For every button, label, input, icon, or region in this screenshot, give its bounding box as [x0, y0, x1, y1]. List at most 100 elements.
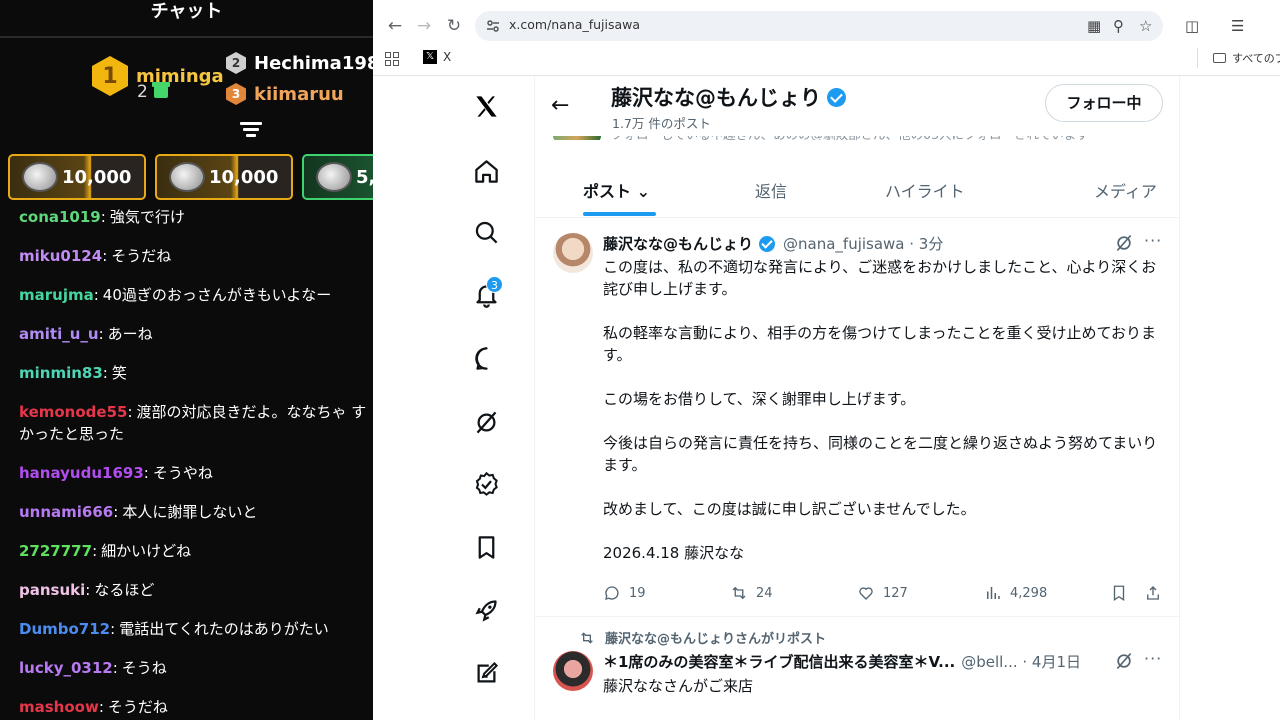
tweet-paragraph: 今後は自らの発言に責任を持ち、同様のことを二度と繰り返さぬよう努めてまいります。 [603, 434, 1158, 474]
reply-button[interactable]: 19 [603, 584, 646, 602]
separator: : [100, 208, 106, 226]
chat-message: marujma: 40過ぎのおっさんがきもいよなー [19, 284, 373, 306]
chat-username[interactable]: amiti_u_u [19, 325, 99, 343]
tweet-text: この度は、私の不適切な発言により、ご迷惑をおかけしましたこと、心より深くお詫び申… [603, 256, 1165, 586]
coin-icon [169, 162, 205, 192]
views-button[interactable]: 4,298 [984, 584, 1047, 602]
ranking-second-name: Hechima1989 [254, 52, 373, 74]
stake-badge[interactable]: 5,0 [302, 154, 373, 200]
tab-media[interactable]: メディア [1094, 178, 1157, 202]
collapse-icon[interactable] [240, 122, 262, 140]
reposted-tweet[interactable]: 藤沢なな@もんじょりさんがリポスト ＊1席のみの美容室＊ライブ配信出来る美容室＊… [535, 618, 1179, 720]
gift-count: 2 [137, 82, 148, 102]
share-button[interactable] [1144, 584, 1170, 602]
chat-username[interactable]: marujma [19, 286, 94, 304]
profile-tabs: ポスト ⌄ 返信 ハイライト メディア [535, 160, 1179, 218]
separator: : [93, 286, 99, 304]
chat-username[interactable]: pansuki [19, 581, 85, 599]
chat-username[interactable]: mashoow [19, 698, 99, 716]
chat-message: minmin83: 笑 [19, 362, 373, 384]
chat-username[interactable]: miku0124 [19, 247, 102, 265]
home-icon[interactable] [469, 154, 503, 188]
ranking-first-count: 2 [137, 82, 170, 102]
bookmarks-icon[interactable] [469, 530, 503, 564]
tweet-author[interactable]: ＊1席のみの美容室＊ライブ配信出来る美容室＊V... @bell... · 4月… [603, 651, 1081, 672]
tab-highlights[interactable]: ハイライト [885, 178, 965, 202]
chat-message: cona1019: 強気で行け [19, 206, 373, 228]
x-logo-icon[interactable] [469, 89, 503, 123]
bookmark-x[interactable]: 𝕏 X [423, 50, 451, 64]
chat-title: チャット [150, 1, 223, 22]
grok-icon[interactable] [1114, 651, 1134, 671]
zoom-icon[interactable]: ⚲ [1113, 17, 1124, 35]
following-button[interactable]: フォロー中 [1045, 84, 1163, 122]
chat-message: pansuki: なるほど [19, 579, 373, 601]
verified-orgs-icon[interactable] [469, 467, 503, 501]
bookmark-folder-label: すべてのブッ [1232, 52, 1280, 65]
extensions-icon[interactable]: ◫ [1185, 17, 1199, 35]
ranking-third[interactable]: 3 kiimaruu [226, 83, 344, 105]
rocket-icon[interactable] [469, 593, 503, 627]
separator: : [92, 542, 98, 560]
stake-badge[interactable]: 10,000 [8, 154, 146, 200]
chat-panel: チャット 1 miminga 2 2 Hechima1989 3 kiimaru… [0, 0, 373, 720]
chat-username[interactable]: lucky_0312 [19, 659, 113, 677]
bookmark-folder[interactable]: すべてのブッ [1213, 50, 1280, 66]
bookmark-button[interactable] [1110, 584, 1136, 602]
tweet-author[interactable]: 藤沢なな@もんじょり @nana_fujisawa · 3分 [603, 233, 943, 254]
more-options-icon[interactable]: ··· [1144, 231, 1162, 250]
chat-message: 2727777: 細かいけどね [19, 540, 373, 562]
separator: : [102, 364, 108, 382]
back-arrow-icon[interactable]: ← [551, 93, 569, 118]
site-settings-icon[interactable] [485, 18, 501, 34]
chat-message: kemonode55: 渡部の対応良きだよ。ななちゃ すかったと思った [19, 401, 373, 445]
tweet-actions: 19 24 127 4,298 [603, 584, 1165, 604]
compose-post-icon[interactable] [469, 656, 503, 690]
forward-arrow-icon[interactable]: → [412, 14, 436, 38]
avatar[interactable] [553, 651, 593, 691]
separator: : [85, 581, 91, 599]
tab-replies[interactable]: 返信 [755, 178, 787, 202]
separator: : [102, 247, 108, 265]
separator: : [98, 698, 104, 716]
tweet-text: 藤沢ななさんがご来店 [603, 677, 754, 695]
chat-text: そうだね [111, 247, 172, 265]
chat-username[interactable]: hanayudu1693 [19, 464, 144, 482]
chat-text: 本人に謝罪しないと [122, 503, 258, 521]
tweet[interactable]: 藤沢なな@もんじょり @nana_fujisawa · 3分 ··· この度は、… [535, 219, 1179, 617]
chat-username[interactable]: cona1019 [19, 208, 101, 226]
separator: : [98, 325, 104, 343]
like-button[interactable]: 127 [857, 584, 908, 602]
reload-icon[interactable]: ↻ [442, 14, 466, 38]
chat-username[interactable]: kemonode55 [19, 403, 127, 421]
chat-username[interactable]: unnami666 [19, 503, 113, 521]
tab-posts[interactable]: ポスト ⌄ [583, 178, 650, 202]
grok-icon[interactable] [1114, 233, 1134, 253]
search-icon[interactable] [469, 215, 503, 249]
ranking-second[interactable]: 2 Hechima1989 [226, 52, 373, 74]
cast-icon[interactable]: ▦ [1087, 17, 1101, 35]
avatar[interactable] [553, 233, 593, 273]
messages-icon[interactable] [469, 341, 503, 375]
url-text[interactable]: x.com/nana_fujisawa [509, 17, 640, 32]
apps-icon[interactable] [385, 52, 399, 66]
stake-badge[interactable]: 10,000 [155, 154, 293, 200]
repost-icon [581, 631, 593, 644]
repost-icon [732, 586, 746, 600]
address-bar[interactable]: x.com/nana_fujisawa ▦ ⚲ ☆ [475, 11, 1163, 41]
chat-username[interactable]: Dumbo712 [19, 620, 110, 638]
repost-button[interactable]: 24 [730, 584, 773, 602]
chevron-down-icon: ⌄ [631, 182, 650, 201]
back-arrow-icon[interactable]: ← [383, 14, 407, 38]
chat-message: miku0124: そうだね [19, 245, 373, 267]
more-options-icon[interactable]: ··· [1144, 649, 1162, 668]
grok-icon[interactable] [469, 405, 503, 439]
tweet-paragraph: 改めまして、この度は誠に申し訳ございませんでした。 [603, 500, 976, 518]
profile-name: 藤沢なな@もんじょり [611, 82, 846, 112]
media-controls-icon[interactable]: ☰ [1231, 17, 1244, 35]
bookmark-star-icon[interactable]: ☆ [1139, 17, 1152, 35]
chat-username[interactable]: 2727777 [19, 542, 92, 560]
gold-medal-icon: 1 [92, 56, 128, 96]
chat-username[interactable]: minmin83 [19, 364, 103, 382]
separator: : [127, 403, 133, 421]
